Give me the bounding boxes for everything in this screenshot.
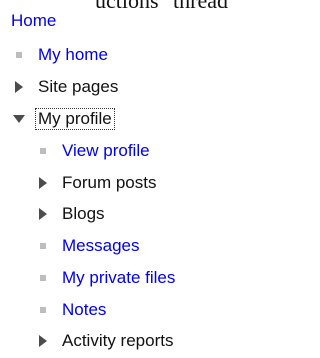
nav-item-label[interactable]: Site pages <box>38 77 118 97</box>
collapse-arrow-icon[interactable] <box>12 112 26 126</box>
nav-item-site-pages[interactable]: Site pages <box>12 76 118 98</box>
nav-item-activity-reports[interactable]: Activity reports <box>36 330 173 352</box>
nav-item-label[interactable]: Activity reports <box>62 331 173 351</box>
nav-item-label[interactable]: Messages <box>62 236 139 256</box>
bullet-icon <box>36 144 50 158</box>
bullet-icon <box>12 48 26 62</box>
nav-item-forum-posts[interactable]: Forum posts <box>36 172 156 194</box>
nav-item-label[interactable]: My home <box>38 45 108 65</box>
nav-item-label[interactable]: Blogs <box>62 204 105 224</box>
navigation-block: Home My home Site pages My profile View … <box>0 0 254 358</box>
nav-item-notes[interactable]: Notes <box>36 299 106 321</box>
nav-home-link[interactable]: Home <box>11 11 61 31</box>
bullet-icon <box>36 239 50 253</box>
nav-item-blogs[interactable]: Blogs <box>36 203 105 225</box>
nav-item-messages[interactable]: Messages <box>36 235 139 257</box>
nav-item-my-profile[interactable]: My profile <box>12 108 115 130</box>
nav-item-my-home[interactable]: My home <box>12 44 108 66</box>
nav-item-label[interactable]: My private files <box>62 268 175 288</box>
nav-item-label[interactable]: Notes <box>62 300 106 320</box>
bullet-icon <box>36 303 50 317</box>
nav-item-label[interactable]: View profile <box>62 141 150 161</box>
nav-item-my-private-files[interactable]: My private files <box>36 267 175 289</box>
expand-arrow-icon[interactable] <box>12 80 26 94</box>
bullet-icon <box>36 271 50 285</box>
expand-arrow-icon[interactable] <box>36 207 50 221</box>
nav-item-view-profile[interactable]: View profile <box>36 140 150 162</box>
expand-arrow-icon[interactable] <box>36 176 50 190</box>
nav-item-label-current[interactable]: My profile <box>35 108 115 130</box>
nav-item-label[interactable]: Forum posts <box>62 173 156 193</box>
expand-arrow-icon[interactable] <box>36 334 50 348</box>
